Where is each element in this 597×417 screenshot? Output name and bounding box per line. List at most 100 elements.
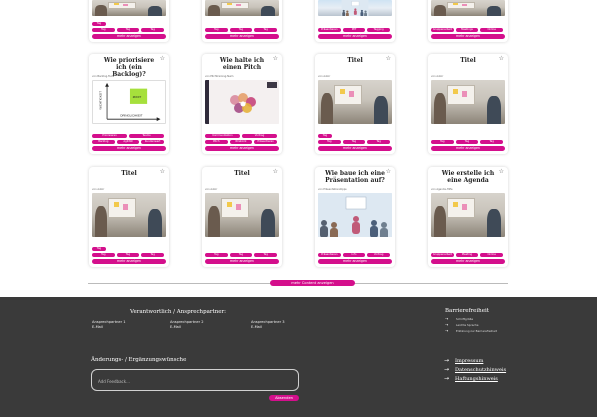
tag-chip[interactable]: Gruppenarbeit (431, 28, 454, 32)
tag-chip[interactable]: Tag (141, 28, 164, 32)
tag-chip[interactable]: Meetings (455, 28, 479, 32)
show-more-button[interactable]: mehr anzeigen (318, 259, 392, 264)
tag-list: Gruppenarbeit Meetings Online (431, 22, 505, 34)
tag-chip[interactable]: Tag (318, 134, 332, 138)
tag-chip[interactable]: Vortrag (242, 134, 277, 138)
content-card[interactable]: Präsentieren MIT Tagging mehr anzeigen (315, 0, 395, 42)
tag-chip[interactable]: Tag (229, 28, 253, 32)
tag-list: Tag Tag Tag Tag (92, 22, 166, 34)
tag-chip[interactable]: Tag (141, 253, 164, 257)
tag-chip[interactable]: Tag (92, 253, 115, 257)
feedback-input[interactable]: Add Feedback... (91, 369, 299, 391)
thumbnail-image (92, 0, 166, 16)
contact-1-mail[interactable]: E-Mail (92, 325, 103, 330)
tag-chip[interactable]: Tag (116, 28, 140, 32)
tag-chip[interactable]: Tag (92, 22, 106, 26)
contact-2-mail[interactable]: E-Mail (170, 325, 181, 330)
impressum-link[interactable]: Impressum (455, 358, 483, 364)
card-author: von Autor (431, 75, 444, 78)
tag-chip[interactable]: Kundenwert (141, 140, 164, 144)
content-card[interactable]: Wie halte ich einen Pitch ☆ von Pitchtrain… (202, 54, 282, 154)
card-title: Wie erstelle ich eine Agenda (441, 170, 495, 184)
content-card[interactable]: Titel ☆ von Autor Tag Tag Tag Tag mehr anzeigen (89, 167, 169, 267)
tag-chip[interactable]: Info (342, 253, 366, 257)
tag-chip[interactable]: Tag (205, 253, 228, 257)
tag-chip[interactable]: Meeting (455, 253, 479, 257)
tag-chip[interactable]: Tag (455, 140, 479, 144)
show-more-button[interactable]: mehr anzeigen (431, 259, 505, 264)
tag-chip[interactable]: Tag (367, 140, 390, 144)
content-card[interactable]: Wie priorisiere ich (ein Backlog)? ☆ von B… (89, 54, 169, 154)
tag-chip[interactable]: Teams (129, 134, 164, 138)
tag-chip[interactable]: Tag (431, 140, 454, 144)
tag-chip[interactable]: Backlog (92, 140, 115, 144)
liability-link[interactable]: Haftungshinweis (455, 376, 498, 382)
tag-chip[interactable]: Tag (229, 253, 253, 257)
tag-chip[interactable]: Agilität (116, 140, 140, 144)
tag-chip[interactable]: MIT (342, 28, 366, 32)
tag-chip[interactable]: Online (480, 253, 503, 257)
arrow-right-icon: → (444, 357, 450, 364)
star-icon[interactable]: ☆ (386, 169, 391, 175)
show-more-button[interactable]: mehr anzeigen (318, 34, 392, 39)
accessibility-title: Barrierefreiheit (445, 308, 489, 314)
tag-chip[interactable]: Vortrag (367, 253, 390, 257)
star-icon[interactable]: ☆ (386, 56, 391, 62)
content-card[interactable]: Gruppenarbeit Meetings Online mehr anzeigen (428, 0, 508, 42)
content-card[interactable]: Tag Tag Tag Tag mehr anzeigen (89, 0, 169, 42)
content-card[interactable]: Wie baue ich eine Präsentation auf? ☆ von … (315, 167, 395, 267)
load-more-button[interactable]: mehr Content anzeigen (270, 280, 355, 286)
show-more-button[interactable]: mehr anzeigen (92, 259, 166, 264)
content-card[interactable]: Titel ☆ von Autor Tag Tag Tag mehr anzeigen (428, 54, 508, 154)
content-card[interactable]: Titel ☆ von Autor Tag Tag Tag mehr anzeigen (202, 167, 282, 267)
show-more-button[interactable]: mehr anzeigen (318, 146, 392, 151)
thumbnail-image (205, 193, 279, 237)
tag-chip[interactable]: Präsentieren (318, 28, 341, 32)
content-card[interactable]: Tag Tag Tag mehr anzeigen (202, 0, 282, 42)
tag-chip[interactable]: Tag (205, 28, 228, 32)
show-more-button[interactable]: mehr anzeigen (205, 259, 279, 264)
tag-chip[interactable]: Präsentieren (254, 140, 277, 144)
tag-list: Tag Tag Tag (431, 134, 505, 146)
thumbnail-image (318, 193, 392, 237)
tag-chip[interactable]: Gruppenarbeit (431, 253, 454, 257)
star-icon[interactable]: ☆ (499, 56, 504, 62)
accessibility-link-3[interactable]: Erklärung zur Barrierefreiheit (456, 328, 497, 334)
tag-chip[interactable]: Tag (318, 140, 341, 144)
arrow-right-icon: → (444, 366, 450, 373)
thumbnail-image (431, 0, 505, 16)
show-more-button[interactable]: mehr anzeigen (92, 34, 166, 39)
contact-3-mail[interactable]: E-Mail (251, 325, 262, 330)
tag-chip[interactable]: Tag (342, 140, 366, 144)
tag-chip[interactable]: Tag (254, 28, 277, 32)
tag-chip[interactable]: Priorisieren (92, 134, 127, 138)
star-icon[interactable]: ☆ (273, 56, 278, 62)
star-icon[interactable]: ☆ (273, 169, 278, 175)
tag-chip[interactable]: Präsentieren (318, 253, 341, 257)
star-icon[interactable]: ☆ (160, 169, 165, 175)
show-more-button[interactable]: mehr anzeigen (205, 146, 279, 151)
tag-chip[interactable]: Tag (480, 140, 503, 144)
submit-button[interactable]: Absenden (269, 395, 299, 401)
contacts-title: Verantwortlich / Ansprechpartner: (130, 309, 227, 315)
tag-chip[interactable]: Tag (254, 253, 277, 257)
show-more-button[interactable]: mehr anzeigen (431, 34, 505, 39)
tag-chip[interactable]: Online (480, 28, 503, 32)
arrow-right-icon: → (444, 375, 450, 382)
star-icon[interactable]: ☆ (160, 56, 165, 62)
content-card[interactable]: Titel ☆ von Autor Tag Tag Tag Tag mehr anzeigen (315, 54, 395, 154)
star-icon[interactable]: ☆ (499, 169, 504, 175)
tag-chip[interactable]: Kommunikation (205, 134, 240, 138)
tag-chip[interactable]: Tagging (367, 28, 390, 32)
tag-chip[interactable]: Pitch (205, 140, 228, 144)
tag-chip[interactable]: Tag (92, 28, 115, 32)
show-more-button[interactable]: mehr anzeigen (205, 34, 279, 39)
tag-chip[interactable]: Tag (116, 253, 140, 257)
show-more-button[interactable]: mehr anzeigen (431, 146, 505, 151)
content-card[interactable]: Wie erstelle ich eine Agenda ☆ von Agenda-… (428, 167, 508, 267)
privacy-link[interactable]: Datenschutzhinweis (455, 367, 506, 373)
content-grid: Tag Tag Tag Tag mehr anzeigen Tag Tag Tag mehr a… (0, 0, 597, 297)
tag-chip[interactable]: Rhetorik (229, 140, 253, 144)
show-more-button[interactable]: mehr anzeigen (92, 146, 166, 151)
tag-chip[interactable]: Tag (92, 247, 106, 251)
